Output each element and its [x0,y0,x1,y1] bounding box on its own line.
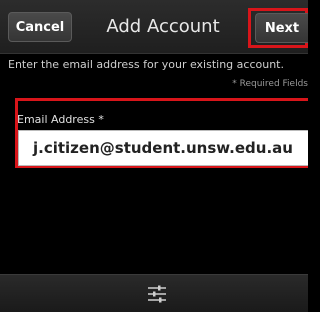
email-field[interactable]: j.citizen@student.unsw.edu.au [18,130,308,166]
add-account-screen: Cancel Add Account Next Enter the email … [0,0,308,312]
instruction-text: Enter the email address for your existin… [8,58,284,71]
bottom-action-bar [0,274,308,312]
next-button[interactable]: Next [255,13,308,43]
email-field-label: Email Address * [17,113,104,126]
settings-sliders-icon[interactable] [146,283,168,305]
cancel-button[interactable]: Cancel [8,12,72,42]
required-fields-note: * Required Fields [232,79,308,89]
page-title: Add Account [106,16,220,37]
